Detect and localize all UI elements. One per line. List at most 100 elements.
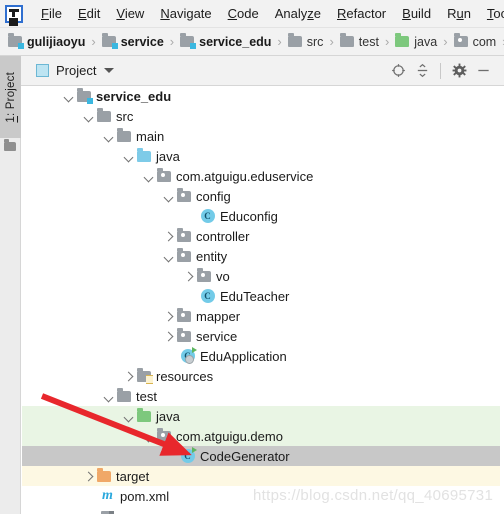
tree-row-partial[interactable] — [22, 506, 504, 514]
tree-row-educonfig[interactable]: C Educonfig — [22, 206, 504, 226]
tree-row-entity[interactable]: entity — [22, 246, 504, 266]
tree-label: target — [116, 468, 150, 484]
breadcrumb-separator: › — [384, 34, 390, 49]
breadcrumb-item-com[interactable]: com — [453, 33, 496, 49]
breadcrumb-item-src[interactable]: src — [287, 33, 323, 49]
tree-row-eduteacher[interactable]: C EduTeacher — [22, 286, 504, 306]
tree-label: pom.xml — [120, 488, 170, 504]
tree-label: controller — [196, 228, 250, 244]
chevron-down-icon[interactable] — [142, 170, 155, 183]
chevron-down-icon[interactable] — [62, 90, 75, 103]
tree-row-main[interactable]: main — [22, 126, 504, 146]
chevron-right-icon[interactable] — [122, 370, 135, 383]
hide-icon[interactable] — [471, 59, 495, 83]
toolbar-divider — [440, 62, 441, 79]
menu-item-code[interactable]: Code — [220, 4, 267, 23]
tree-row-pom-xml[interactable]: m pom.xml — [22, 486, 504, 506]
tree-row-eduapplication[interactable]: C EduApplication — [22, 346, 504, 366]
breadcrumb-item-service[interactable]: service — [101, 33, 164, 49]
breadcrumb-item-java[interactable]: java — [395, 33, 437, 49]
menu-item-view[interactable]: View — [108, 4, 152, 23]
locate-icon[interactable] — [386, 59, 410, 83]
maven-icon: m — [102, 488, 113, 503]
tree-row-test[interactable]: test — [22, 386, 504, 406]
tree-label: java — [156, 148, 180, 164]
chevron-right-icon[interactable] — [162, 310, 175, 323]
structure-folder-icon[interactable] — [4, 139, 16, 151]
package-icon — [176, 227, 191, 242]
chevron-down-icon[interactable] — [142, 430, 155, 443]
chevron-right-icon[interactable] — [82, 470, 95, 483]
folder-icon — [339, 33, 354, 47]
chevron-right-icon[interactable] — [162, 230, 175, 243]
tree-label: resources — [156, 368, 214, 384]
breadcrumb-separator: › — [329, 34, 334, 49]
chevron-down-icon[interactable] — [162, 190, 175, 203]
tree-row-com-atguigu-eduservice[interactable]: com.atguigu.eduservice — [22, 166, 504, 186]
chevron-right-icon[interactable] — [162, 330, 175, 343]
module-folder-icon — [76, 87, 93, 104]
menu-item-edit[interactable]: Edit — [70, 4, 108, 23]
package-icon — [156, 167, 171, 182]
tree-row-service[interactable]: service — [22, 326, 504, 346]
left-tool-stripe: 1: Project — [0, 56, 21, 514]
chevron-down-icon[interactable] — [82, 110, 95, 123]
project-view-icon — [36, 64, 49, 77]
tree-label: service_edu — [96, 88, 172, 104]
package-icon — [176, 187, 191, 202]
menu-item-analyze[interactable]: Analyze — [267, 4, 329, 23]
menu-item-refactor[interactable]: Refactor — [329, 4, 394, 23]
tree-label: CodeGenerator — [200, 448, 290, 464]
module-folder-icon — [101, 33, 118, 49]
chevron-down-icon[interactable] — [162, 250, 175, 263]
tree-label: java — [156, 408, 180, 424]
tree-label: com.atguigu.eduservice — [176, 168, 314, 184]
tree-row-codegenerator[interactable]: C CodeGenerator — [22, 446, 504, 466]
tree-label: src — [116, 108, 134, 124]
project-tool-window-header: Project — [0, 56, 504, 86]
excluded-folder-icon — [96, 467, 111, 482]
tree-row-config[interactable]: config — [22, 186, 504, 206]
tree-row-com-atguigu-demo[interactable]: com.atguigu.demo — [22, 426, 504, 446]
package-icon — [176, 327, 191, 342]
tool-window-title: Project — [56, 63, 97, 78]
collapse-all-icon[interactable] — [410, 59, 434, 83]
tree-label: Educonfig — [220, 208, 278, 224]
tree-row-target[interactable]: target — [22, 466, 504, 486]
settings-icon[interactable] — [447, 59, 471, 83]
menu-item-navigate[interactable]: Navigate — [152, 4, 219, 23]
tree-row-src[interactable]: src — [22, 106, 504, 126]
breadcrumb-item-service-edu[interactable]: service_edu — [180, 33, 271, 49]
tree-row-service-edu[interactable]: service_edu — [22, 86, 504, 106]
breadcrumb-item-test[interactable]: test — [339, 33, 379, 49]
chevron-down-icon[interactable] — [102, 390, 115, 403]
menu-item-file[interactable]: File — [33, 4, 70, 23]
stripe-tab-label: 1: Project — [4, 71, 17, 123]
tree-row-controller[interactable]: controller — [22, 226, 504, 246]
chevron-down-icon[interactable] — [104, 68, 115, 73]
tree-label: EduTeacher — [220, 288, 290, 304]
tree-scrollbar[interactable] — [500, 86, 504, 514]
breadcrumb: gulijiaoyu › service › service_edu › src… — [0, 28, 504, 56]
chevron-right-icon[interactable] — [182, 270, 195, 283]
menu-item-build[interactable]: Build — [394, 4, 439, 23]
tree-row-resources[interactable]: resources — [22, 366, 504, 386]
tree-row-vo[interactable]: vo — [22, 266, 504, 286]
project-tree[interactable]: service_edu src main java com.atguigu.ed… — [22, 86, 504, 514]
source-folder-icon — [136, 147, 151, 162]
menu-item-tools[interactable]: Tools — [479, 4, 504, 23]
stripe-tab-project[interactable]: 1: Project — [0, 56, 21, 138]
chevron-down-icon[interactable] — [102, 130, 115, 143]
module-folder-icon — [180, 33, 197, 49]
tree-row-test-java[interactable]: java — [22, 406, 504, 426]
tree-label: config — [196, 188, 231, 204]
breadcrumb-item-gulijiaoyu[interactable]: gulijiaoyu — [8, 33, 85, 49]
package-icon — [176, 247, 191, 262]
chevron-down-icon[interactable] — [122, 410, 135, 423]
runnable-class-icon: C — [180, 447, 197, 463]
tree-row-mapper[interactable]: mapper — [22, 306, 504, 326]
chevron-down-icon[interactable] — [122, 150, 135, 163]
tree-row-main-java[interactable]: java — [22, 146, 504, 166]
folder-icon — [116, 387, 131, 402]
menu-item-run[interactable]: Run — [439, 4, 479, 23]
